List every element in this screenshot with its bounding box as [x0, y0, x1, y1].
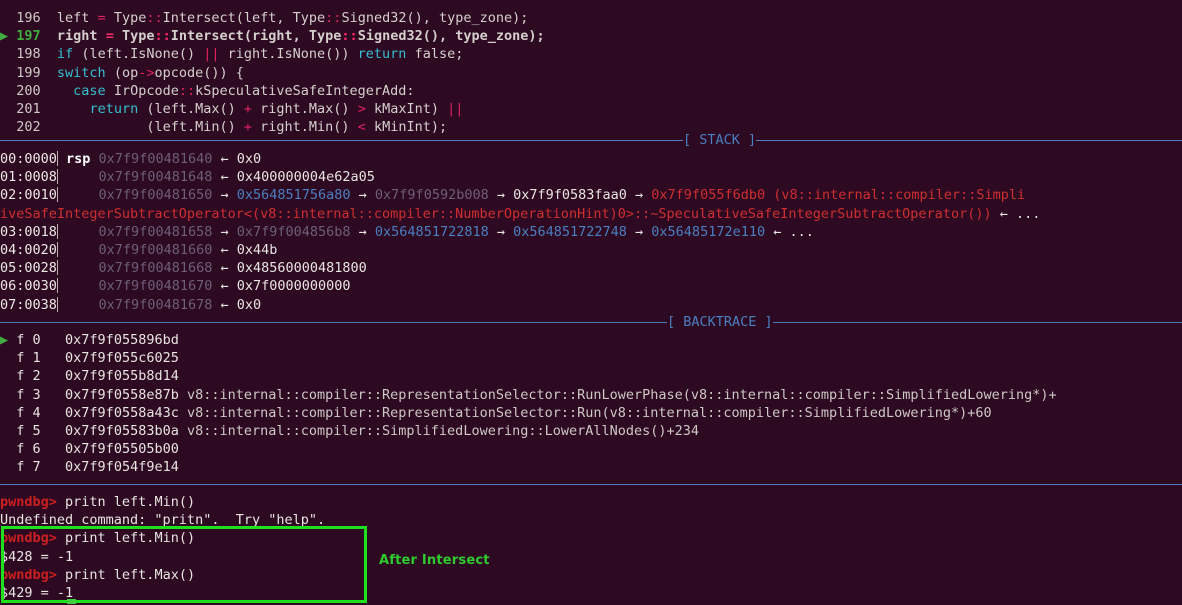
stack-row: 01:0008 0x7f9f00481648 ← 0x400000004e62a… [0, 169, 375, 186]
stack-section-header: [ STACK ] [0, 131, 1182, 149]
backtrace-frame: f 2 0x7f9f055b8d14 [0, 367, 1182, 385]
line-marker [0, 65, 16, 81]
console-command-line[interactable]: pwndbg> pritn left.Min() [0, 493, 1182, 511]
stack-row: 02:0010 0x7f9f00481650 → 0x564851756a80 … [0, 187, 1026, 204]
source-code-pane: 196 left = Type::Intersect(left, Type::S… [0, 9, 1182, 136]
console-prompt: pwndbg> [0, 566, 57, 583]
frame-marker [0, 368, 16, 384]
stack-row: 03:0018 0x7f9f00481658 → 0x7f9f004856b8 … [0, 223, 814, 240]
code-line: 199 switch (op->opcode()) { [0, 64, 1182, 82]
stack-section-title: [ STACK ] [683, 132, 757, 148]
stack-offset: 06:0030 [0, 278, 57, 295]
line-marker [0, 83, 16, 99]
stack-register-label [58, 224, 99, 240]
code-line-number: 199 [16, 64, 41, 81]
code-line: 200 case IrOpcode::kSpeculativeSafeInteg… [0, 82, 1182, 100]
line-marker [0, 101, 16, 117]
backtrace-frame: f 4 0x7f9f0558a43c v8::internal::compile… [0, 404, 1182, 422]
text-cursor [67, 599, 76, 604]
stack-offset: 03:0018 [0, 223, 57, 240]
current-line-arrow-icon: ▶ [0, 28, 17, 45]
stack-offset: 07:0038 [0, 296, 57, 313]
code-line-number: 198 [16, 46, 41, 63]
frame-marker [0, 387, 16, 403]
stack-register-label [58, 278, 99, 294]
console-prompt: pwndbg> [0, 494, 57, 510]
stack-row: 07:0038 0x7f9f00481678 ← 0x0 [0, 296, 262, 313]
stack-row: 05:0028 0x7f9f00481668 ← 0x4856000048180… [0, 260, 367, 277]
console-command-line[interactable]: pwndbg> print left.Max() [0, 566, 1182, 584]
code-line-number: 197 [16, 28, 41, 45]
code-line-number: 201 [16, 100, 41, 117]
stack-register-label [58, 187, 99, 203]
console-prompt: pwndbg> [0, 530, 57, 547]
code-line: 201 return (left.Max() + right.Max() > k… [0, 100, 1182, 118]
stack-register-label [58, 297, 99, 313]
backtrace-section-title: [ BACKTRACE ] [667, 314, 773, 330]
stack-offset: 04:0020 [0, 241, 57, 258]
stack-row: 00:0000 rsp 0x7f9f00481640 ← 0x0 [0, 151, 262, 167]
stack-offset: 05:0028 [0, 260, 57, 277]
frame-marker [0, 405, 16, 421]
stack-register-label [58, 260, 99, 276]
console-output-line: $428 = -1 [0, 548, 74, 565]
backtrace-frame: f 1 0x7f9f055c6025 [0, 349, 1182, 367]
stack-row-continuation: iveSafeIntegerSubtractOperator<(v8::inte… [0, 205, 1041, 222]
frame-marker [0, 423, 16, 439]
line-marker [0, 46, 16, 62]
stack-row: 04:0020 0x7f9f00481660 ← 0x44b [0, 241, 278, 258]
stack-offset: 00:0000 [0, 151, 57, 167]
backtrace-frame: ▶ f 0 0x7f9f055896bd [0, 332, 179, 348]
stack-offset: 01:0008 [0, 169, 57, 186]
console-pane[interactable]: pwndbg> pritn left.Min() Undefined comman… [0, 493, 1182, 602]
code-line-number: 196 [16, 10, 41, 26]
console-command-line[interactable]: pwndbg> print left.Min() [0, 529, 1182, 547]
backtrace-frame: f 7 0x7f9f054f9e14 [0, 458, 1182, 476]
frame-marker [0, 441, 16, 457]
console-divider [0, 475, 1182, 493]
stack-register-label [58, 169, 99, 185]
code-line-clipped: 195 // } [0, 0, 1182, 9]
frame-marker [0, 459, 16, 475]
backtrace-pane: ▶ f 0 0x7f9f055896bd f 1 0x7f9f055c6025 … [0, 331, 1182, 477]
terminal-screen: 195 // } 196 left = Type::Intersect(left… [0, 0, 1182, 605]
stack-offset: 02:0010 [0, 187, 57, 204]
backtrace-frame: f 6 0x7f9f05505b00 [0, 440, 1182, 458]
console-output-line: $429 = -1 [0, 584, 74, 601]
current-frame-arrow-icon: ▶ [0, 332, 17, 348]
stack-pane: 00:0000 rsp 0x7f9f00481640 ← 0x0 01:0008 … [0, 150, 1182, 314]
stack-register-label [58, 242, 99, 258]
stack-row: 06:0030 0x7f9f00481670 ← 0x7f0000000000 [0, 278, 351, 295]
console-output-line: Undefined command: "pritn". Try "help". [0, 512, 326, 529]
backtrace-frame: f 3 0x7f9f0558e87b v8::internal::compile… [0, 386, 1182, 404]
code-line: ▶ 197 right = Type::Intersect(right, Typ… [0, 28, 545, 45]
code-line-number: 200 [16, 82, 41, 99]
backtrace-section-header: [ BACKTRACE ] [0, 313, 1182, 331]
annotation-label: After Intersect [379, 553, 490, 568]
stack-register-label: rsp [57, 151, 99, 167]
line-marker [0, 10, 16, 26]
backtrace-frame: f 5 0x7f9f05583b0a v8::internal::compile… [0, 422, 1182, 440]
frame-marker [0, 350, 16, 366]
code-line: 198 if (left.IsNone() || right.IsNone())… [0, 45, 1182, 63]
code-line: 196 left = Type::Intersect(left, Type::S… [0, 9, 1182, 27]
